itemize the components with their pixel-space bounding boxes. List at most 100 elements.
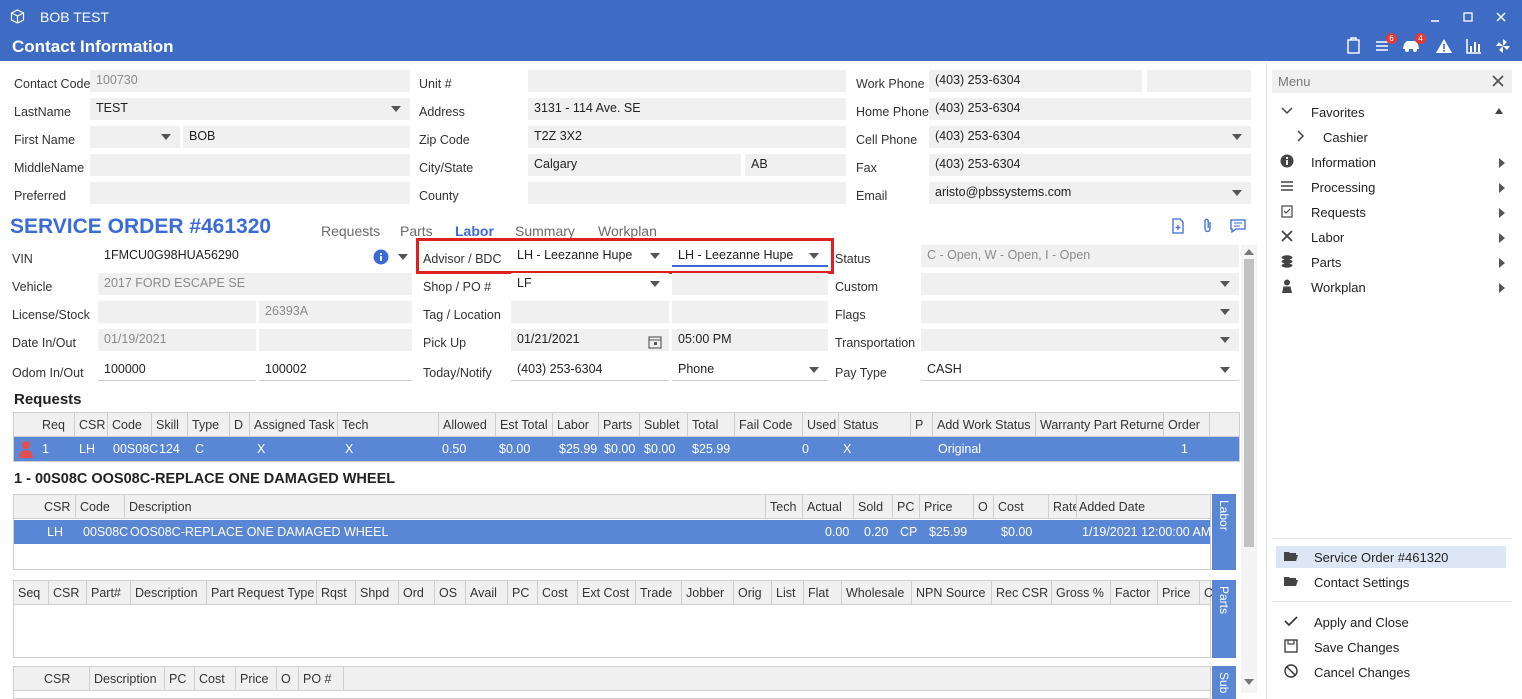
parts-col-orig[interactable]: Orig bbox=[734, 581, 772, 605]
apply-and-close-button[interactable]: Apply and Close bbox=[1276, 611, 1506, 633]
col-type[interactable]: Type bbox=[188, 413, 230, 437]
parts-col-rec-csr[interactable]: Rec CSR bbox=[992, 581, 1052, 605]
flags-select[interactable] bbox=[921, 301, 1239, 323]
table-row[interactable]: 1 LH 00S08C 124 C X X 0.50 $0.00 $25.99 … bbox=[14, 437, 1239, 461]
col-status[interactable]: Status bbox=[839, 413, 911, 437]
col-order[interactable]: Order bbox=[1164, 413, 1210, 437]
address-field[interactable]: 3131 - 114 Ave. SE bbox=[528, 98, 846, 120]
labor-col-code[interactable]: Code bbox=[76, 495, 125, 519]
col-total[interactable]: Total bbox=[688, 413, 735, 437]
labor-col-cost[interactable]: Cost bbox=[994, 495, 1049, 519]
license-field[interactable] bbox=[98, 301, 256, 323]
col-tech[interactable]: Tech bbox=[338, 413, 439, 437]
labor-col-description[interactable]: Description bbox=[125, 495, 766, 519]
labor-side-tab[interactable]: Labor bbox=[1212, 494, 1236, 570]
custom-select[interactable] bbox=[921, 273, 1239, 295]
close-icon[interactable] bbox=[1496, 11, 1506, 22]
homephone-field[interactable]: (403) 253-6304 bbox=[929, 98, 1251, 120]
email-field[interactable]: aristo@pbssystems.com bbox=[929, 182, 1251, 204]
table-row[interactable]: LH 00S08C OOS08C-REPLACE ONE DAMAGED WHE… bbox=[14, 520, 1211, 544]
today-field[interactable]: (403) 253-6304 bbox=[511, 359, 669, 381]
labor-col-rate[interactable]: Rate bbox=[1049, 495, 1077, 519]
menu-close-icon[interactable] bbox=[1492, 75, 1504, 87]
col-allowed[interactable]: Allowed bbox=[439, 413, 496, 437]
unit-field[interactable] bbox=[528, 70, 846, 92]
col-skill[interactable]: Skill bbox=[152, 413, 188, 437]
col-warranty-part-returned[interactable]: Warranty Part Returned bbox=[1036, 413, 1164, 437]
po-field[interactable] bbox=[672, 273, 828, 295]
transportation-select[interactable] bbox=[921, 329, 1239, 351]
tab-labor[interactable]: Labor bbox=[455, 223, 494, 239]
advisor-select[interactable]: LH - Leezanne Hupe bbox=[511, 245, 669, 267]
scroll-down-arrow[interactable] bbox=[1244, 679, 1254, 685]
col-sublet[interactable]: Sublet bbox=[640, 413, 688, 437]
shop-select[interactable]: LF bbox=[511, 273, 669, 295]
parts-col-ord[interactable]: Ord bbox=[399, 581, 435, 605]
col-assigned-task[interactable]: Assigned Task bbox=[250, 413, 338, 437]
parts-col-flat[interactable]: Flat bbox=[804, 581, 842, 605]
parts-col-factor[interactable]: Factor bbox=[1111, 581, 1158, 605]
labor-col-pc[interactable]: PC bbox=[893, 495, 920, 519]
firstname-field[interactable]: BOB bbox=[183, 126, 410, 148]
service-order-link[interactable]: Service Order #461320 bbox=[1276, 546, 1506, 568]
parts-col-pc[interactable]: PC bbox=[508, 581, 538, 605]
parts-col-avail[interactable]: Avail bbox=[466, 581, 508, 605]
odom-out-field[interactable]: 100002 bbox=[259, 359, 412, 381]
parts-col-cost[interactable]: Cost bbox=[538, 581, 578, 605]
fax-field[interactable]: (403) 253-6304 bbox=[929, 154, 1251, 176]
vehicle-field[interactable]: 2017 FORD ESCAPE SE bbox=[98, 273, 412, 295]
preferred-field[interactable] bbox=[90, 182, 410, 204]
maximize-icon[interactable] bbox=[1463, 11, 1473, 22]
parts-col-jobber[interactable]: Jobber bbox=[682, 581, 734, 605]
paytype-select[interactable]: CASH bbox=[921, 359, 1239, 381]
tab-parts[interactable]: Parts bbox=[400, 223, 433, 239]
lastname-field[interactable]: TEST bbox=[90, 98, 410, 120]
labor-col-actual[interactable]: Actual bbox=[803, 495, 854, 519]
bdc-select[interactable]: LH - Leezanne Hupe bbox=[672, 245, 828, 267]
vin-field[interactable]: 1FMCU0G98HUA56290 bbox=[98, 245, 368, 267]
sublet-col-description[interactable]: Description bbox=[90, 667, 165, 691]
col-p[interactable]: P bbox=[911, 413, 933, 437]
contact-settings-link[interactable]: Contact Settings bbox=[1276, 571, 1506, 593]
stock-field[interactable]: 26393A bbox=[259, 301, 412, 323]
parts-col-trade[interactable]: Trade bbox=[636, 581, 682, 605]
labor-col-added-date[interactable]: Added Date bbox=[1075, 495, 1211, 519]
parts-col-rqst[interactable]: Rqst bbox=[317, 581, 356, 605]
labor-col-sold[interactable]: Sold bbox=[854, 495, 893, 519]
labor-col-csr[interactable]: CSR bbox=[40, 495, 76, 519]
scroll-thumb[interactable] bbox=[1244, 259, 1254, 547]
status-field[interactable]: C - Open, W - Open, I - Open bbox=[921, 245, 1239, 267]
parts-col-description[interactable]: Description bbox=[131, 581, 207, 605]
parts-col-list[interactable]: List bbox=[772, 581, 804, 605]
pickup-date-field[interactable]: 01/21/2021 bbox=[511, 329, 669, 351]
city-field[interactable]: Calgary bbox=[528, 154, 741, 176]
clipboard-icon[interactable] bbox=[1344, 37, 1364, 57]
col-labor[interactable]: Labor bbox=[553, 413, 599, 437]
col-d[interactable]: D bbox=[230, 413, 250, 437]
labor-col-price[interactable]: Price bbox=[920, 495, 974, 519]
middlename-field[interactable] bbox=[90, 154, 410, 176]
parts-col-part-num[interactable]: Part# bbox=[87, 581, 131, 605]
bar-chart-icon[interactable] bbox=[1464, 37, 1484, 57]
location-field[interactable] bbox=[672, 301, 828, 323]
col-req[interactable]: Req bbox=[38, 413, 75, 437]
col-est-total[interactable]: Est Total bbox=[496, 413, 553, 437]
labor-col-o[interactable]: O bbox=[974, 495, 994, 519]
sublet-col-pc[interactable]: PC bbox=[165, 667, 195, 691]
sublet-col-cost[interactable]: Cost bbox=[195, 667, 236, 691]
warning-icon[interactable] bbox=[1434, 37, 1454, 57]
col-code[interactable]: Code bbox=[108, 413, 152, 437]
col-parts[interactable]: Parts bbox=[599, 413, 640, 437]
salutation-select[interactable] bbox=[90, 126, 180, 148]
col-fail-code[interactable]: Fail Code bbox=[735, 413, 803, 437]
state-field[interactable]: AB bbox=[745, 154, 846, 176]
tab-workplan[interactable]: Workplan bbox=[598, 223, 657, 239]
col-add-work-status[interactable]: Add Work Status bbox=[933, 413, 1036, 437]
parts-col-csr[interactable]: CSR bbox=[49, 581, 87, 605]
odom-in-field[interactable]: 100000 bbox=[98, 359, 256, 381]
sublet-col-csr[interactable]: CSR bbox=[40, 667, 90, 691]
new-document-icon[interactable] bbox=[1170, 218, 1186, 234]
labor-col-tech[interactable]: Tech bbox=[766, 495, 803, 519]
parts-col-gross-pct[interactable]: Gross % bbox=[1052, 581, 1111, 605]
sublet-col-price[interactable]: Price bbox=[236, 667, 277, 691]
